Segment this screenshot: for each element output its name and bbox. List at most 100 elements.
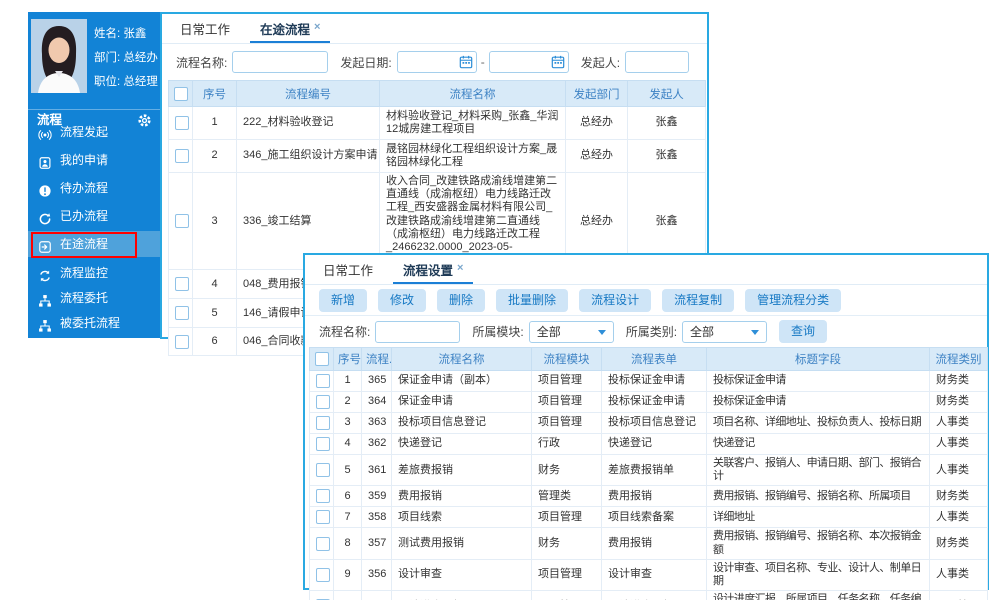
select-all-checkbox[interactable] (315, 352, 329, 366)
tab-daily-work[interactable]: 日常工作 (170, 17, 240, 44)
process-copy-button[interactable]: 流程复制 (662, 289, 734, 312)
initiator-label: 发起人: (581, 54, 620, 71)
start-date-to-input[interactable] (489, 51, 569, 73)
sidebar-item-todo-processes[interactable]: 待办流程 (28, 175, 160, 201)
table-row[interactable]: 8357测试费用报销财务费用报销费用报销、报销编号、报销名称、本次报销金额财务类 (310, 528, 988, 559)
row-checkbox[interactable] (316, 416, 330, 430)
table-cell: 项目管理 (532, 507, 602, 528)
table-row[interactable]: 2346_施工组织设计方案申请晟铭园林绿化工程组织设计方案_晟铭园林绿化工程总经… (169, 140, 706, 173)
column-header: 发起人 (628, 81, 706, 107)
row-checkbox[interactable] (175, 277, 189, 291)
table-row[interactable]: 9356设计审查项目管理设计审查设计审查、项目名称、专业、设计人、制单日期人事类 (310, 559, 988, 590)
row-checkbox[interactable] (316, 437, 330, 451)
table-cell: 总经办 (566, 107, 628, 140)
table-cell: 5 (193, 299, 237, 328)
sidebar-item-done-processes[interactable]: 已办流程 (28, 203, 160, 229)
select-all-checkbox[interactable] (174, 87, 188, 101)
process-name-input[interactable] (232, 51, 328, 73)
table-row[interactable]: 4362快递登记行政快递登记快递登记人事类 (310, 434, 988, 455)
calendar-icon[interactable] (459, 55, 473, 69)
batch-delete-button[interactable]: 批量删除 (496, 289, 568, 312)
row-checkbox[interactable] (316, 489, 330, 503)
sidebar-item-label: 流程发起 (60, 119, 108, 145)
table-cell: 财务 (532, 455, 602, 486)
row-checkbox[interactable] (316, 537, 330, 551)
sidebar-item-process-delegation[interactable]: 流程委托 (28, 285, 160, 311)
table-row[interactable]: 2364保证金申请项目管理投标保证金申请投标保证金申请财务类 (310, 392, 988, 413)
sidebar: 姓名: 张鑫 部门: 总经办 职位: 总经理 流程 流程发起我的申请待办流程已办… (28, 12, 160, 338)
manage-categories-button[interactable]: 管理流程分类 (745, 289, 841, 312)
sidebar-item-my-applications[interactable]: 我的申请 (28, 147, 160, 173)
column-header: 流程... (362, 348, 392, 371)
column-header: 流程表单 (602, 348, 707, 371)
tab-close-icon[interactable]: × (457, 262, 463, 274)
calendar-icon[interactable] (551, 55, 565, 69)
table-cell: 费用报销、报销编号、报销名称、所属项目 (707, 486, 930, 507)
row-checkbox[interactable] (316, 395, 330, 409)
table-cell: 项目管理 (930, 591, 988, 600)
table-row[interactable]: 1222_材料验收登记材料验收登记_材料采购_张鑫_华润12城房建工程项目总经办… (169, 107, 706, 140)
category-select[interactable]: 全部 (682, 321, 767, 343)
sync-arrows-icon (38, 266, 52, 280)
table-row[interactable]: 10355设计进度汇报项目管理设计进度汇报设计进度汇报、所属项目、任务名称、任务… (310, 591, 988, 600)
sidebar-item-in-transit-processes[interactable]: 在途流程 (28, 231, 160, 257)
column-header: 流程模块 (532, 348, 602, 371)
sidebar-menu: 流程发起我的申请待办流程已办流程在途流程流程监控流程委托被委托流程 (28, 12, 160, 338)
table-cell: 张鑫 (628, 107, 706, 140)
sitemap-icon (38, 316, 52, 330)
initiator-input[interactable] (625, 51, 689, 73)
table-cell: 行政 (532, 434, 602, 455)
sidebar-item-process-start[interactable]: 流程发起 (28, 119, 160, 145)
row-checkbox[interactable] (316, 374, 330, 388)
row-checkbox[interactable] (316, 463, 330, 477)
row-checkbox[interactable] (175, 335, 189, 349)
table-cell: 项目管理 (532, 591, 602, 600)
module-select[interactable]: 全部 (529, 321, 614, 343)
panel2-filterbar: 流程名称: 所属模块: 全部 所属类别: 全部 查询 (305, 316, 987, 347)
table-row[interactable]: 1365保证金申请（副本）项目管理投标保证金申请投标保证金申请财务类 (310, 371, 988, 392)
tab-in-transit[interactable]: 在途流程× (250, 14, 330, 43)
add-button[interactable]: 新增 (319, 289, 367, 312)
table-row[interactable]: 6359费用报销管理类费用报销费用报销、报销编号、报销名称、所属项目财务类 (310, 486, 988, 507)
table-row[interactable]: 7358项目线索项目管理项目线索备案详细地址人事类 (310, 507, 988, 528)
delete-button[interactable]: 删除 (437, 289, 485, 312)
row-checkbox[interactable] (175, 116, 189, 130)
category-label: 所属类别: (626, 323, 677, 340)
table-row[interactable]: 3363投标项目信息登记项目管理投标项目信息登记项目名称、详细地址、投标负责人、… (310, 413, 988, 434)
start-date-label: 发起日期: (340, 54, 391, 71)
table-cell: 投标项目信息登记 (602, 413, 707, 434)
table-cell: 保证金申请（副本） (392, 371, 532, 392)
row-checkbox[interactable] (175, 214, 189, 228)
table-cell: 测试费用报销 (392, 528, 532, 559)
table-cell: 管理类 (532, 486, 602, 507)
process-name-input[interactable] (375, 321, 460, 343)
table-cell: 8 (334, 528, 362, 559)
row-checkbox[interactable] (175, 149, 189, 163)
table-cell: 详细地址 (707, 507, 930, 528)
sidebar-item-delegated-processes[interactable]: 被委托流程 (28, 310, 160, 336)
tab-daily-work[interactable]: 日常工作 (313, 258, 383, 285)
sidebar-item-label: 已办流程 (60, 203, 108, 229)
table-cell: 快递登记 (602, 434, 707, 455)
row-checkbox[interactable] (316, 568, 330, 582)
table-cell: 项目管理 (532, 413, 602, 434)
table-cell: 材料验收登记_材料采购_张鑫_华润12城房建工程项目 (380, 107, 566, 140)
tab-label: 日常工作 (180, 23, 230, 37)
column-header: 序号 (193, 81, 237, 107)
table-header-row: 序号流程编号流程名称发起部门发起人 (169, 81, 706, 107)
row-checkbox[interactable] (175, 306, 189, 320)
arrow-square-icon (38, 237, 52, 251)
table-row[interactable]: 5361差旅费报销财务差旅费报销单关联客户、报销人、申请日期、部门、报销合计人事… (310, 455, 988, 486)
process-design-button[interactable]: 流程设计 (579, 289, 651, 312)
start-date-from-input[interactable] (397, 51, 477, 73)
tab-label: 流程设置 (403, 264, 453, 278)
tab-close-icon[interactable]: × (314, 21, 320, 33)
edit-button[interactable]: 修改 (378, 289, 426, 312)
table-cell: 3 (334, 413, 362, 434)
search-button[interactable]: 查询 (779, 320, 827, 343)
tab-process-settings[interactable]: 流程设置 × (393, 255, 473, 284)
sidebar-item-label: 流程监控 (60, 260, 108, 286)
table-cell: 1 (334, 371, 362, 392)
row-checkbox[interactable] (316, 510, 330, 524)
sidebar-item-process-monitor[interactable]: 流程监控 (28, 260, 160, 286)
